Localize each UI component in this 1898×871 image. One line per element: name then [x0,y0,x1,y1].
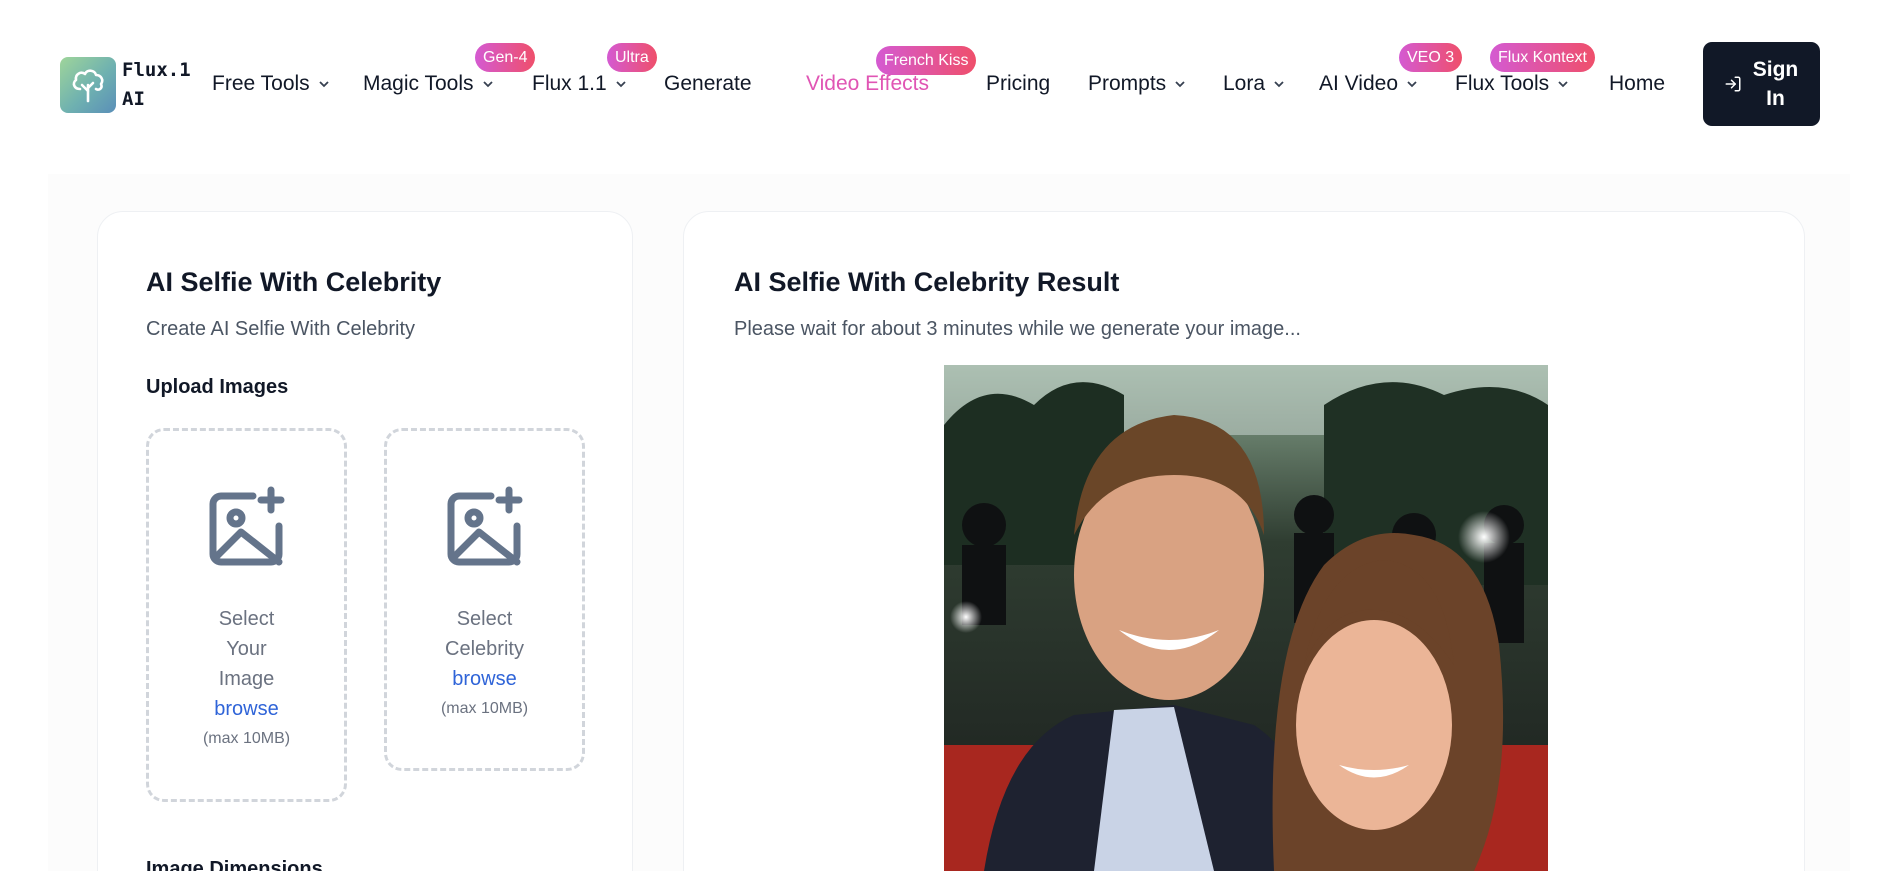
image-plus-icon [209,486,284,566]
badge-french-kiss: French Kiss [876,46,977,75]
nav-pricing-label: Pricing [986,72,1051,95]
upload-2-line-1: Select [456,608,513,630]
nav-free-tools[interactable]: Free Tools [212,72,330,96]
chevron-down-icon [1407,81,1417,88]
badge-veo3: VEO 3 [1399,43,1463,72]
chevron-down-icon [319,81,329,88]
upload-1-line-3: Image [218,668,275,690]
form-title: AI Selfie With Celebrity [146,267,442,297]
image-plus-icon [447,486,522,566]
chevron-down-icon [616,81,626,88]
upload-images-label: Upload Images [146,376,289,398]
badge-gen4: Gen-4 [475,43,536,72]
form-subtitle: Create AI Selfie With Celebrity [146,318,415,340]
nav-prompts-label: Prompts [1088,72,1167,95]
nav-flux-tools[interactable]: Flux Tools [1455,72,1569,96]
sign-in-line-1: Sign [1752,58,1799,81]
nav-pricing[interactable]: Pricing [986,72,1050,96]
nav-magic-tools[interactable]: Magic Tools [363,72,494,96]
nav-flux-11[interactable]: Flux 1.1 [532,72,627,96]
nav-ai-video[interactable]: AI Video [1319,72,1418,96]
max-size-note: (max 10MB) [440,700,529,717]
chevron-down-icon [482,81,493,88]
nav-flux-11-label: Flux 1.1 [532,72,607,95]
nav-magic-tools-label: Magic Tools [363,72,474,95]
badge-flux-kontext: Flux Kontext [1490,43,1595,72]
badge-ultra: Ultra [607,43,657,72]
nav-ai-video-label: AI Video [1319,72,1399,95]
nav-home[interactable]: Home [1609,72,1665,96]
sign-in-line-2: In [1766,87,1785,110]
browse-link[interactable]: browse [452,664,516,694]
chevron-down-icon [1175,81,1185,88]
nav-video-effects[interactable]: Video Effects [806,72,929,96]
nav-prompts[interactable]: Prompts [1088,72,1186,96]
sign-in-icon [1725,76,1740,92]
main-nav: Free Tools Gen-4 Magic Tools Ultra Flux … [0,0,1898,170]
nav-free-tools-label: Free Tools [212,72,310,95]
chevron-down-icon [1558,81,1568,88]
result-image [944,365,1548,871]
nav-generate[interactable]: Generate [664,72,752,96]
browse-link[interactable]: browse [214,694,278,724]
nav-lora-label: Lora [1223,72,1266,95]
upload-1-line-2: Your [226,638,267,660]
upload-celebrity-dropzone[interactable]: Select Celebrity browse (max 10MB) [384,428,585,771]
chevron-down-icon [1274,81,1284,88]
result-wait-message: Please wait for about 3 minutes while we… [734,318,1301,340]
nav-flux-tools-label: Flux Tools [1455,72,1550,95]
nav-generate-label: Generate [664,72,752,95]
nav-home-label: Home [1609,72,1666,95]
nav-video-effects-label: Video Effects [806,72,929,95]
image-dimensions-label: Image Dimensions [146,858,323,871]
nav-lora[interactable]: Lora [1223,72,1285,96]
upload-your-image-dropzone[interactable]: Select Your Image browse (max 10MB) [146,428,347,802]
sign-in-button[interactable]: Sign In [1703,42,1820,126]
upload-2-line-2: Celebrity [445,638,524,660]
upload-1-line-1: Select [218,608,275,630]
site-header: Flux.1 AI Free Tools Gen-4 Magic Tools U… [0,0,1898,170]
result-title: AI Selfie With Celebrity Result [734,267,1120,297]
max-size-note: (max 10MB) [202,730,291,747]
